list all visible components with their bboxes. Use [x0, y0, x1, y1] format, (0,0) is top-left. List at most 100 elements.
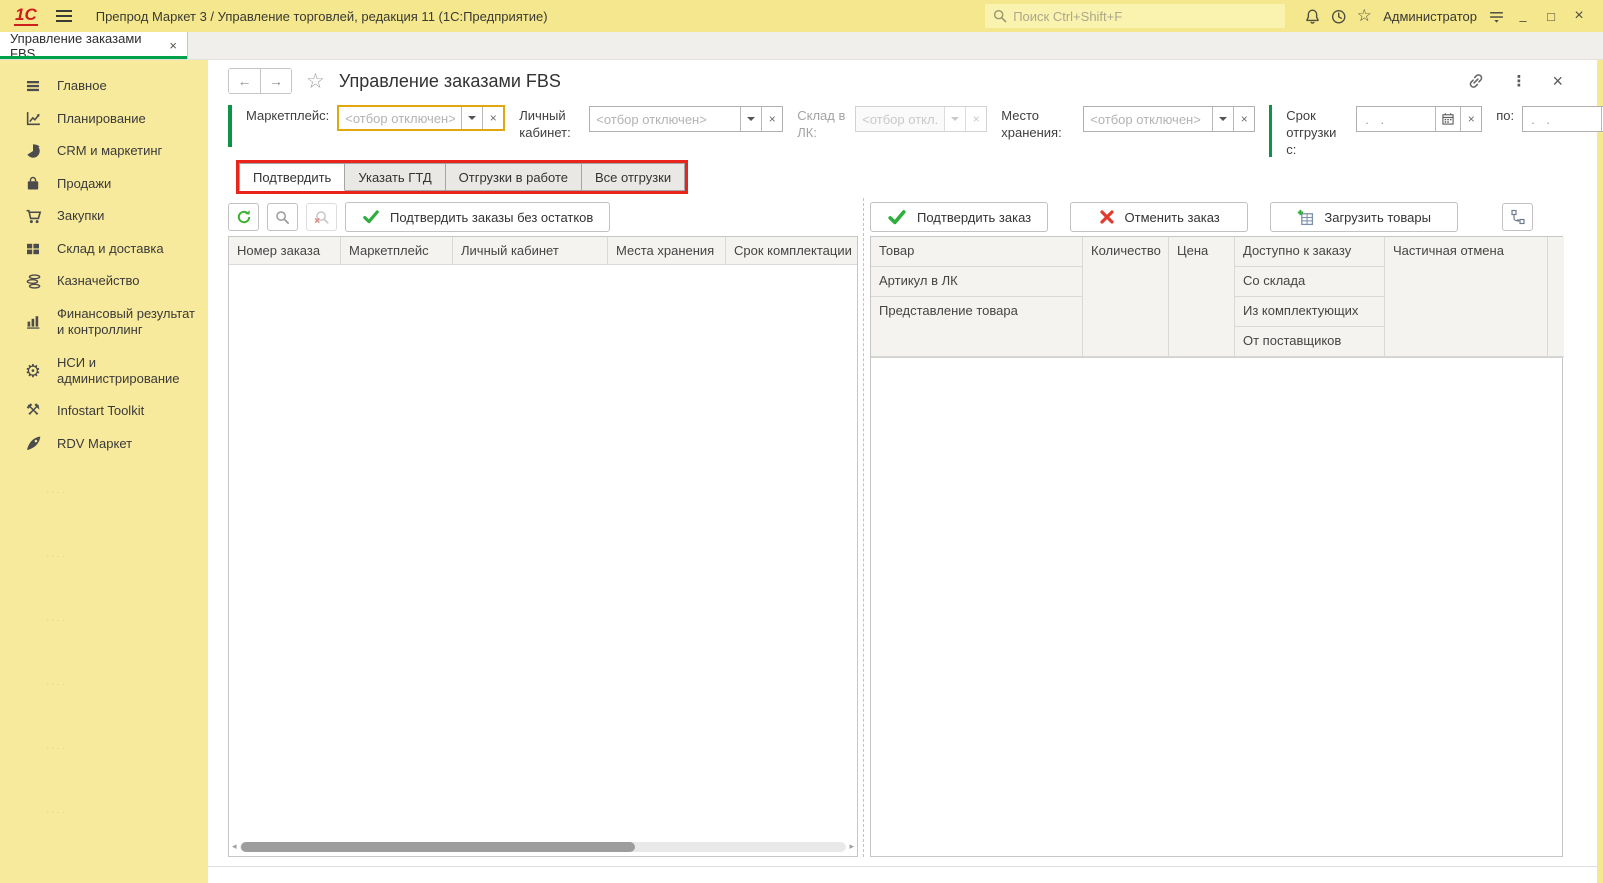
- close-window-button[interactable]: ×: [1565, 4, 1593, 28]
- sidebar-item-sales[interactable]: Продажи: [0, 168, 208, 200]
- column-header-from-suppliers[interactable]: От поставщиков: [1235, 327, 1385, 357]
- ship-from-date-value[interactable]: . .: [1357, 107, 1435, 131]
- marketplace-filter-combo[interactable]: ×: [337, 105, 506, 131]
- column-header-available[interactable]: Доступно к заказу: [1235, 237, 1385, 267]
- clear-filter-button[interactable]: ×: [482, 107, 503, 129]
- column-header-storage-places[interactable]: Места хранения: [608, 237, 726, 264]
- green-check-icon: [363, 210, 379, 224]
- orders-table: Номер заказа Маркетплейс Личный кабинет …: [228, 236, 858, 857]
- tools-icon: ⚒: [25, 402, 41, 420]
- scrollbar-thumb[interactable]: [240, 841, 636, 852]
- favorites-star-icon[interactable]: ☆: [1351, 4, 1377, 28]
- tab-confirm[interactable]: Подтвердить: [239, 163, 346, 191]
- bar-chart-icon: [24, 314, 42, 330]
- scrollbar-track[interactable]: [239, 841, 847, 852]
- nav-back-button[interactable]: ←: [229, 69, 260, 93]
- column-header-presentation[interactable]: Представление товара: [871, 297, 1083, 357]
- scroll-left-icon[interactable]: ◂: [232, 842, 237, 851]
- ship-to-date-field[interactable]: . . ×: [1522, 106, 1603, 132]
- orders-horizontal-scrollbar[interactable]: ◂ ▸: [229, 838, 857, 855]
- column-header-partial-cancel[interactable]: Частичная отмена: [1385, 237, 1548, 357]
- confirm-orders-no-stock-button[interactable]: Подтвердить заказы без остатков: [345, 202, 611, 232]
- cancel-order-button[interactable]: Отменить заказ: [1070, 202, 1249, 232]
- sidebar-item-purchases[interactable]: Закупки: [0, 200, 208, 233]
- sidebar-item-label: Казначейство: [57, 273, 140, 289]
- scroll-right-icon[interactable]: ▸: [849, 842, 854, 851]
- refresh-icon: [237, 210, 250, 224]
- ship-to-date-value[interactable]: . .: [1523, 107, 1601, 131]
- sidebar-item-rdv-market[interactable]: RDV Маркет: [0, 427, 208, 460]
- get-link-icon[interactable]: [1467, 72, 1485, 90]
- sidebar-item-warehouse[interactable]: Склад и доставка: [0, 233, 208, 265]
- tab-all-shipments[interactable]: Все отгрузки: [581, 163, 686, 191]
- dropdown-button[interactable]: [461, 107, 482, 129]
- more-menu-icon[interactable]: ⋮: [1511, 72, 1526, 90]
- user-name[interactable]: Администратор: [1383, 9, 1477, 24]
- transfer-rows-button[interactable]: [1502, 203, 1533, 231]
- main-form: ← → ☆ Управление заказами FBS ⋮ × Маркет…: [208, 60, 1603, 883]
- minimize-button[interactable]: –: [1509, 4, 1537, 28]
- orders-table-body[interactable]: [229, 265, 857, 838]
- planning-chart-icon: [24, 110, 42, 127]
- history-icon[interactable]: [1325, 4, 1351, 28]
- clear-date-button[interactable]: ×: [1460, 107, 1481, 131]
- column-header-price[interactable]: Цена: [1169, 237, 1235, 357]
- account-filter-combo[interactable]: ×: [589, 106, 784, 132]
- global-search[interactable]: [985, 4, 1286, 28]
- command-tabs-annotation: Подтвердить Указать ГТД Отгрузки в работ…: [236, 160, 689, 194]
- column-header-from-stock[interactable]: Со склада: [1235, 267, 1385, 297]
- sidebar-dots-decoration: [0, 588, 208, 652]
- storage-filter-input[interactable]: [1084, 107, 1213, 131]
- notifications-bell-icon[interactable]: [1299, 4, 1325, 28]
- search-button[interactable]: [267, 203, 298, 231]
- column-header-marketplace[interactable]: Маркетплейс: [341, 237, 453, 264]
- clear-filter-button[interactable]: ×: [1233, 107, 1254, 131]
- dropdown-button[interactable]: [740, 107, 761, 131]
- load-products-button[interactable]: Загрузить товары: [1270, 202, 1459, 232]
- column-header-assembly-deadline[interactable]: Срок комплектации: [726, 237, 857, 264]
- window-tab-fbs-orders[interactable]: Управление заказами FBS ×: [0, 31, 188, 61]
- calendar-button[interactable]: [1435, 107, 1460, 131]
- sidebar-item-infostart[interactable]: ⚒ Infostart Toolkit: [0, 395, 208, 427]
- column-header-quantity[interactable]: Количество: [1083, 237, 1169, 357]
- tab-shipments-in-progress[interactable]: Отгрузки в работе: [445, 163, 582, 191]
- sidebar-item-label: НСИ и администрирование: [57, 354, 180, 386]
- confirm-order-button[interactable]: Подтвердить заказ: [870, 202, 1049, 232]
- tab-gtd[interactable]: Указать ГТД: [345, 163, 446, 191]
- clear-filter-button[interactable]: ×: [761, 107, 782, 131]
- chevron-down-icon: [951, 117, 960, 125]
- sidebar-item-treasury[interactable]: Казначейство: [0, 265, 208, 298]
- marketplace-filter-input[interactable]: [339, 107, 462, 129]
- refresh-button[interactable]: [228, 203, 259, 231]
- gear-icon: ⚙: [24, 360, 42, 381]
- ship-from-date-field[interactable]: . . ×: [1356, 106, 1483, 132]
- sidebar-item-main[interactable]: Главное: [0, 70, 208, 102]
- sidebar-item-crm[interactable]: CRM и маркетинг: [0, 135, 208, 167]
- panel-splitter[interactable]: [858, 198, 870, 857]
- sidebar-item-nsi-admin[interactable]: ⚙ НСИ и администрирование: [0, 347, 208, 396]
- storage-filter-combo[interactable]: ×: [1083, 106, 1256, 132]
- dropdown-button[interactable]: [1212, 107, 1233, 131]
- column-header-account[interactable]: Личный кабинет: [453, 237, 608, 264]
- user-menu-icon[interactable]: [1483, 4, 1509, 28]
- ship-to-label: по:: [1496, 108, 1515, 123]
- sidebar-dots-decoration: [0, 652, 208, 716]
- column-header-article[interactable]: Артикул в ЛК: [871, 267, 1083, 297]
- column-header-from-components[interactable]: Из комплектующих: [1235, 297, 1385, 327]
- favorite-star-icon[interactable]: ☆: [306, 69, 325, 94]
- nav-forward-button[interactable]: →: [260, 69, 291, 93]
- cancel-search-button[interactable]: [306, 203, 337, 231]
- sidebar-item-planning[interactable]: Планирование: [0, 102, 208, 135]
- global-search-input[interactable]: [1013, 8, 1278, 24]
- menu-lines-icon: [24, 78, 42, 94]
- column-header-product[interactable]: Товар: [871, 237, 1083, 267]
- maximize-button[interactable]: □: [1537, 4, 1565, 28]
- column-header-order-number[interactable]: Номер заказа: [229, 237, 341, 264]
- main-menu-button[interactable]: [55, 7, 72, 25]
- close-form-icon[interactable]: ×: [1552, 71, 1563, 92]
- sidebar-item-finance[interactable]: Финансовый результат и контроллинг: [0, 298, 208, 347]
- items-table-body[interactable]: [871, 358, 1562, 856]
- window-title: Препрод Маркет 3 / Управление торговлей,…: [95, 8, 548, 24]
- window-tab-close-icon[interactable]: ×: [169, 38, 177, 53]
- account-filter-input[interactable]: [590, 107, 741, 131]
